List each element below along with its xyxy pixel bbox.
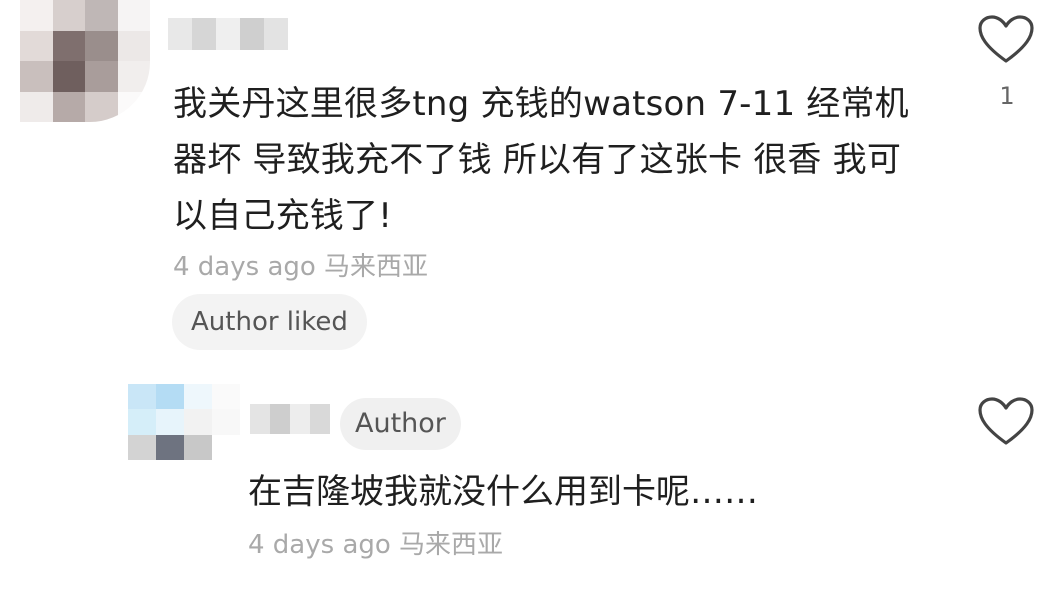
avatar-pixel [117, 91, 150, 122]
author-badge: Author [340, 398, 461, 450]
avatar-pixel [212, 409, 240, 435]
avatar-pixel [52, 30, 85, 61]
avatar-pixel [212, 434, 240, 460]
like-count: 1 [999, 82, 1015, 110]
avatar-pixel [117, 61, 150, 92]
avatar-pixel [184, 409, 212, 435]
avatar-pixel [20, 91, 53, 122]
avatar-pixel [20, 0, 53, 31]
avatar-pixel [128, 384, 156, 410]
avatar-pixel [100, 409, 128, 435]
avatar-pixel [184, 384, 212, 410]
avatar-pixel [52, 91, 85, 122]
avatar-pixel [168, 18, 192, 50]
avatar-pixel [240, 18, 264, 50]
avatar-pixel [100, 384, 128, 410]
reply-author-avatar[interactable] [100, 384, 240, 460]
avatar-pixel [264, 18, 288, 50]
avatar-pixel [85, 0, 118, 31]
avatar-pixel [310, 404, 330, 434]
avatar-pixel [250, 404, 270, 434]
avatar-pixel [216, 18, 240, 50]
avatar-pixel [212, 384, 240, 410]
heart-outline-icon [978, 397, 1034, 445]
reply-author-name-blurred[interactable] [250, 404, 330, 434]
commenter-avatar[interactable] [20, 0, 150, 122]
avatar-pixel [156, 434, 184, 460]
avatar-pixel [85, 30, 118, 61]
like-button[interactable] [977, 14, 1035, 66]
avatar-pixel [192, 18, 216, 50]
comment-meta: 4 days ago 马来西亚 [173, 252, 429, 282]
author-liked-badge: Author liked [172, 294, 367, 350]
reply-text: 在吉隆坡我就没什么用到卡呢…… [248, 472, 758, 512]
avatar-pixel [20, 30, 53, 61]
avatar-pixel [117, 0, 150, 31]
avatar-pixel [85, 91, 118, 122]
avatar-pixel [128, 434, 156, 460]
avatar-pixel [52, 61, 85, 92]
comment-text: 我关丹这里很多tng 充钱的watson 7-11 经常机器坏 导致我充不了钱 … [173, 84, 909, 236]
heart-outline-icon [978, 15, 1034, 63]
avatar-pixel [156, 409, 184, 435]
avatar-pixel [290, 404, 310, 434]
avatar-pixel [270, 404, 290, 434]
avatar-pixel [52, 0, 85, 31]
reply-like-button[interactable] [977, 396, 1035, 448]
reply-meta: 4 days ago 马来西亚 [248, 530, 504, 560]
avatar-pixel [100, 434, 128, 460]
avatar-pixel [20, 61, 53, 92]
commenter-name-blurred[interactable] [168, 18, 288, 50]
avatar-pixel [128, 409, 156, 435]
avatar-pixel [117, 30, 150, 61]
avatar-pixel [156, 384, 184, 410]
avatar-pixel [184, 434, 212, 460]
avatar-pixel [85, 61, 118, 92]
